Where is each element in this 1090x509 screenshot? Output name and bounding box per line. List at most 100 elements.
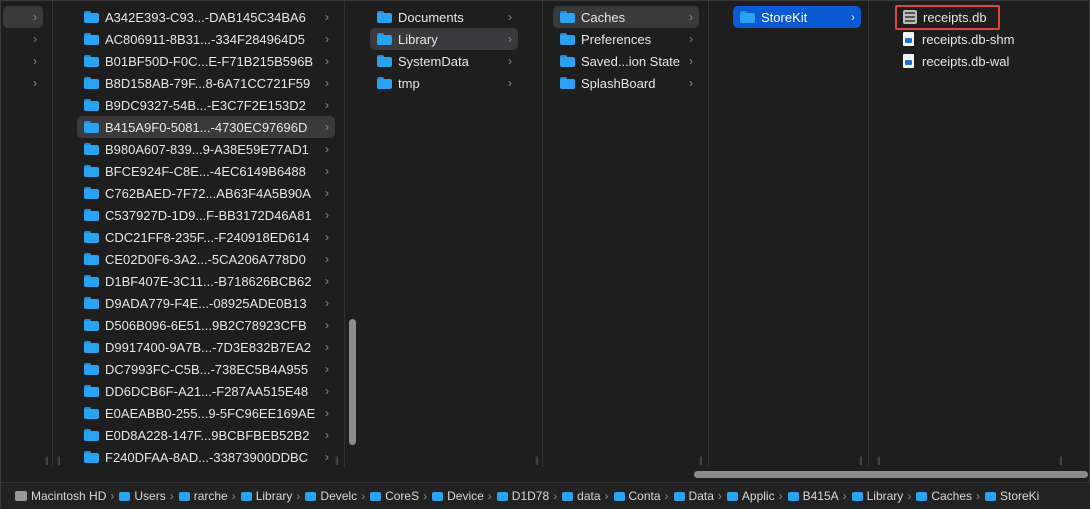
path-crumb[interactable]: Develc ›: [305, 489, 370, 503]
folder-icon: [377, 55, 392, 67]
chevron-right-icon: ›: [717, 489, 722, 503]
folder-systemdata[interactable]: SystemData ›: [370, 50, 518, 72]
library-subfolder[interactable]: SplashBoard ›: [553, 72, 699, 94]
column-resize-handle[interactable]: ||: [335, 455, 339, 465]
column-1-app-containers[interactable]: A342E393-C93...-DAB145C34BA6 › AC806911-8B…: [53, 1, 345, 467]
folder-icon: [84, 165, 99, 177]
chevron-right-icon: ›: [325, 296, 329, 310]
folder-icon: [560, 11, 575, 23]
chevron-right-icon: ›: [851, 10, 855, 24]
app-container-folder-label: D506B096-6E51...9B2C78923CFB: [105, 317, 307, 333]
horizontal-scrollbar[interactable]: [694, 471, 1088, 478]
path-crumb[interactable]: CoreS ›: [370, 489, 432, 503]
path-crumb[interactable]: Data ›: [673, 489, 727, 503]
folder-tmp-label: tmp: [398, 75, 420, 91]
app-container-folder[interactable]: C762BAED-7F72...AB63F4A5B90A ›: [77, 182, 335, 204]
app-container-folder[interactable]: B9DC9327-54B...-E3C7F2E153D2 ›: [77, 94, 335, 116]
chevron-right-icon: ›: [33, 54, 37, 68]
path-crumb-label: Users: [134, 489, 166, 503]
parent-folder-row[interactable]: ›: [3, 6, 43, 28]
chevron-right-icon: ›: [553, 489, 558, 503]
app-container-folder[interactable]: E0D8A228-147F...9BCBFBEB52B2 ›: [77, 424, 335, 446]
app-container-folder[interactable]: CDC21FF8-235F...-F240918ED614 ›: [77, 226, 335, 248]
parent-folder-row[interactable]: ›: [3, 72, 43, 94]
app-container-folder[interactable]: F240DFAA-8AD...-33873900DDBC ›: [77, 446, 335, 467]
column-resize-handle[interactable]: ||: [699, 455, 703, 465]
receipts-db-highlight-box: [895, 5, 1000, 30]
folder-documents[interactable]: Documents ›: [370, 6, 518, 28]
path-crumb-label: StoreKi: [1000, 489, 1040, 503]
vertical-scrollbar[interactable]: [349, 319, 356, 445]
folder-icon: [613, 491, 625, 501]
parent-folder-row[interactable]: ›: [3, 28, 43, 50]
app-container-folder[interactable]: B415A9F0-5081...-4730EC97696D ›: [77, 116, 335, 138]
folder-icon: [377, 33, 392, 45]
app-container-folder[interactable]: D9917400-9A7B...-7D3E832B7EA2 ›: [77, 336, 335, 358]
path-crumb[interactable]: Users ›: [119, 489, 178, 503]
column-resize-handle[interactable]: ||: [535, 455, 539, 465]
app-container-folder[interactable]: B8D158AB-79F...8-6A71CC721F59 ›: [77, 72, 335, 94]
path-crumb-label: Caches: [931, 489, 972, 503]
column-4-caches-folders[interactable]: StoreKit › ||: [709, 1, 869, 467]
column-resize-handle[interactable]: ||: [57, 455, 61, 465]
library-subfolder[interactable]: Preferences ›: [553, 28, 699, 50]
path-crumb[interactable]: StoreKi: [985, 489, 1039, 503]
app-container-folder[interactable]: AC806911-8B31...-334F284964D5 ›: [77, 28, 335, 50]
file-receipts-db-shm[interactable]: receipts.db-shm: [897, 28, 1037, 50]
path-crumb[interactable]: Caches ›: [916, 489, 985, 503]
column-0[interactable]: › › › › ||: [1, 1, 53, 467]
folder-icon: [84, 253, 99, 265]
app-container-folder[interactable]: E0AEABB0-255...9-5FC96EE169AE ›: [77, 402, 335, 424]
app-container-folder[interactable]: C537927D-1D9...F-BB3172D46A81 ›: [77, 204, 335, 226]
column-resize-handle[interactable]: ||: [859, 455, 863, 465]
library-subfolder[interactable]: Caches ›: [553, 6, 699, 28]
chevron-right-icon: ›: [325, 428, 329, 442]
app-container-folder[interactable]: BFCE924F-C8E...-4EC6149B6488 ›: [77, 160, 335, 182]
path-crumb[interactable]: Conta ›: [613, 489, 674, 503]
path-crumb[interactable]: Applic ›: [726, 489, 788, 503]
library-subfolder-label: SplashBoard: [581, 75, 656, 91]
column-resize-handle[interactable]: ||: [45, 455, 49, 465]
chevron-right-icon: ›: [325, 142, 329, 156]
app-container-folder-label: B980A607-839...9-A38E59E77AD1: [105, 141, 309, 157]
folder-documents-label: Documents: [398, 9, 464, 25]
file-receipts-db-wal[interactable]: receipts.db-wal: [897, 50, 1037, 72]
app-container-folder[interactable]: CE02D0F6-3A2...-5CA206A778D0 ›: [77, 248, 335, 270]
chevron-right-icon: ›: [169, 489, 174, 503]
app-container-folder[interactable]: A342E393-C93...-DAB145C34BA6 ›: [77, 6, 335, 28]
folder-icon: [562, 491, 574, 501]
chevron-right-icon: ›: [907, 489, 912, 503]
column-5-storekit-files[interactable]: receipts.db receipts.db-shm receipts.db-wa…: [869, 1, 1089, 467]
app-container-folder[interactable]: B01BF50D-F0C...E-F71B215B596B ›: [77, 50, 335, 72]
folder-library[interactable]: Library ›: [370, 28, 518, 50]
path-crumb[interactable]: data ›: [562, 489, 613, 503]
folder-tmp[interactable]: tmp ›: [370, 72, 518, 94]
column-resize-handle[interactable]: ||: [877, 455, 881, 465]
app-container-folder[interactable]: D506B096-6E51...9B2C78923CFB ›: [77, 314, 335, 336]
folder-icon: [377, 77, 392, 89]
folder-storekit[interactable]: StoreKit ›: [733, 6, 861, 28]
app-container-folder[interactable]: B980A607-839...9-A38E59E77AD1 ›: [77, 138, 335, 160]
app-container-folder[interactable]: DD6DCB6F-A21...-F287AA515E48 ›: [77, 380, 335, 402]
app-container-folder[interactable]: DC7993FC-C5B...-738EC5B4A955 ›: [77, 358, 335, 380]
chevron-right-icon: ›: [508, 76, 512, 90]
path-crumb[interactable]: Macintosh HD ›: [15, 489, 119, 503]
column-3-library-folders[interactable]: Caches › Preferences › Saved...ion State › Spl…: [543, 1, 709, 467]
folder-icon: [740, 11, 755, 23]
column-2-container-folders[interactable]: Documents › Library › SystemData › tmp › ||: [345, 1, 543, 467]
path-crumb[interactable]: D1D78 ›: [496, 489, 562, 503]
path-crumb[interactable]: Library ›: [240, 489, 306, 503]
path-crumb[interactable]: B415A ›: [787, 489, 852, 503]
app-container-folder-label: B415A9F0-5081...-4730EC97696D: [105, 119, 308, 135]
path-crumb[interactable]: Library ›: [851, 489, 917, 503]
path-crumb[interactable]: Device ›: [432, 489, 497, 503]
column-resize-handle[interactable]: ||: [1059, 455, 1063, 465]
parent-folder-row[interactable]: ›: [3, 50, 43, 72]
path-crumb[interactable]: rarche ›: [178, 489, 241, 503]
app-container-folder[interactable]: D1BF407E-3C11...-B718626BCB62 ›: [77, 270, 335, 292]
library-subfolder[interactable]: Saved...ion State ›: [553, 50, 699, 72]
folder-icon: [240, 491, 252, 501]
app-container-folder[interactable]: D9ADA779-F4E...-08925ADE0B13 ›: [77, 292, 335, 314]
folder-icon: [673, 491, 685, 501]
app-container-folder-label: F240DFAA-8AD...-33873900DDBC: [105, 449, 309, 465]
